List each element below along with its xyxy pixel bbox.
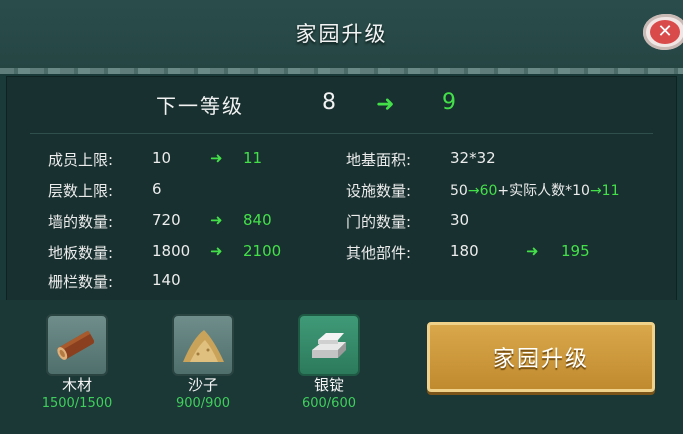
stat-formula: +实际人数*10	[497, 183, 590, 199]
resource-name: 银锭	[313, 376, 344, 394]
stat-label: 墙的数量:	[48, 213, 114, 231]
stat-value: 32*32	[450, 149, 496, 167]
resource-count: 600/600	[301, 396, 356, 411]
silver-ingot-icon	[298, 314, 360, 376]
stat-label: 成员上限:	[48, 151, 114, 169]
arrow-icon: →	[467, 183, 480, 199]
resource-count: 1500/1500	[41, 396, 113, 411]
arrow-icon: ➜	[210, 211, 223, 229]
stat-new-value: 2100	[243, 242, 282, 260]
close-button[interactable]: ✕	[643, 14, 683, 50]
stat-floor-count: 地板数量:	[48, 242, 113, 263]
stat-new-value: 11	[243, 149, 263, 167]
stat-label: 地板数量:	[48, 244, 114, 262]
stat-new-value: 195	[561, 242, 590, 260]
level-arrow-icon: ➜	[376, 92, 395, 117]
stat-floor-limit: 层数上限:	[48, 180, 113, 201]
stat-value: 50	[450, 183, 468, 199]
stat-foundation-area: 地基面积:	[346, 149, 411, 170]
next-level: 9	[442, 90, 456, 115]
stat-label: 门的数量:	[346, 213, 412, 231]
arrow-icon: →	[589, 183, 602, 199]
arrow-icon: ➜	[526, 242, 539, 260]
stat-wall-count: 墙的数量:	[48, 211, 113, 232]
divider	[30, 133, 653, 134]
stat-new-value: 60	[479, 183, 498, 199]
resource-name: 木材	[61, 376, 92, 394]
sand-icon	[172, 314, 234, 376]
upgrade-button[interactable]: 家园升级	[427, 322, 655, 392]
stat-value: 30	[450, 211, 470, 229]
wood-icon	[46, 314, 108, 376]
close-icon: ✕	[650, 20, 680, 44]
stat-value: 6	[152, 180, 162, 198]
dialog-title: 家园升级	[295, 22, 388, 46]
stat-facility-count: 设施数量:	[346, 180, 411, 201]
stat-value: 10	[152, 149, 172, 167]
next-level-label: 下一等级	[156, 94, 244, 118]
stat-fence-count: 栅栏数量:	[48, 271, 113, 292]
stat-value: 180	[450, 242, 479, 260]
stat-other-parts: 其他部件:	[346, 242, 411, 263]
stat-label: 栅栏数量:	[48, 273, 114, 291]
stat-facility-value: 50→60+实际人数*10→11	[450, 180, 620, 200]
resource-count: 900/900	[175, 396, 230, 411]
stat-value: 140	[152, 271, 181, 289]
stat-label: 其他部件:	[346, 244, 412, 262]
stat-label: 地基面积:	[346, 151, 412, 169]
stat-new-value: 840	[243, 211, 272, 229]
arrow-icon: ➜	[210, 242, 223, 260]
stat-new-value: 11	[601, 183, 620, 199]
stat-value: 720	[152, 211, 181, 229]
stat-value: 1800	[152, 242, 191, 260]
resource-name: 沙子	[187, 376, 218, 394]
current-level: 8	[322, 90, 336, 115]
stat-label: 设施数量:	[346, 182, 412, 200]
stat-door-count: 门的数量:	[346, 211, 411, 232]
arrow-icon: ➜	[210, 149, 223, 167]
stat-label: 层数上限:	[48, 182, 114, 200]
stat-member-limit: 成员上限:	[48, 149, 113, 170]
